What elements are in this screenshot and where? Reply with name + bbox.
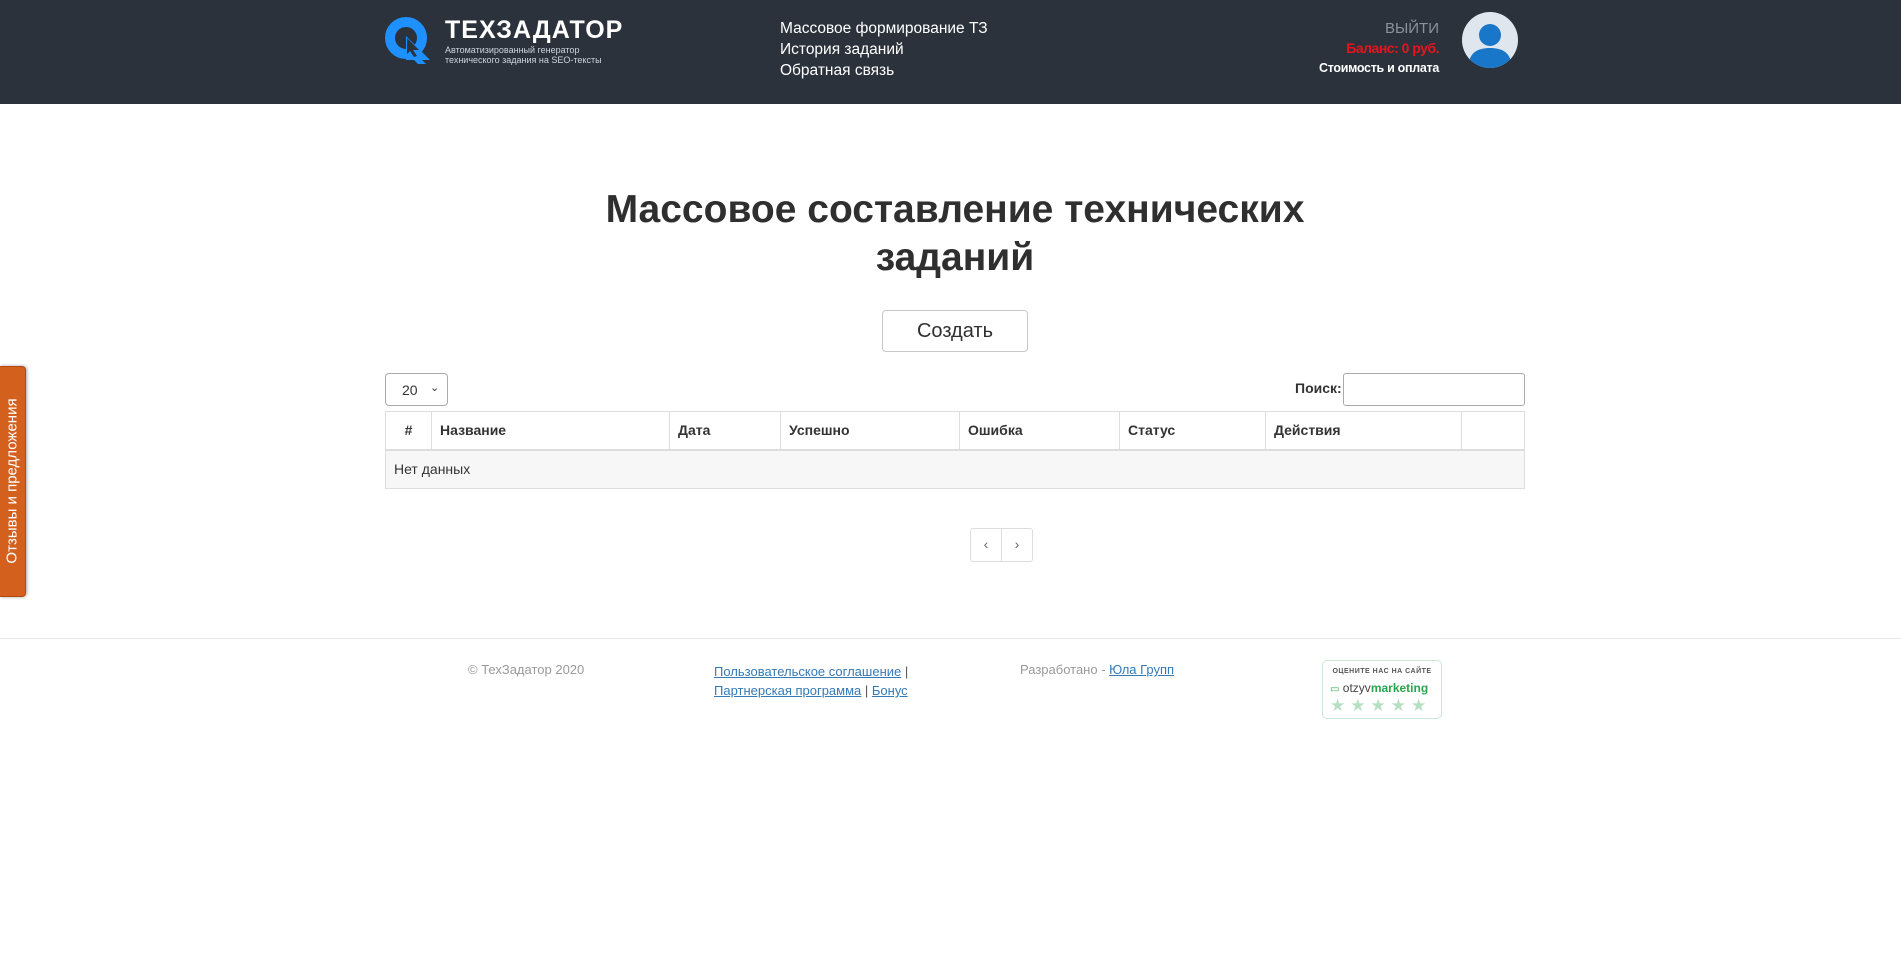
pagination: ‹ ›: [970, 528, 1033, 562]
search-input[interactable]: [1343, 373, 1525, 406]
bonus-link[interactable]: Бонус: [872, 683, 908, 698]
brand-title: ТЕХЗАДАТОР: [445, 16, 624, 44]
balance-text: Баланс: 0 руб.: [1346, 40, 1439, 56]
feedback-side-tab-label: Отзывы и предложения: [3, 398, 21, 564]
page-size-select[interactable]: 20 ⌄: [385, 373, 448, 406]
brand-subtitle: Автоматизированный генератор техническог…: [445, 45, 602, 65]
col-error[interactable]: Ошибка: [959, 411, 1120, 451]
partner-program-link[interactable]: Партнерская программа: [714, 683, 861, 698]
nav-task-history[interactable]: История заданий: [780, 39, 988, 60]
rating-caption: ОЦЕНИТЕ НАС НА САЙТЕ: [1332, 668, 1432, 675]
prev-page-button[interactable]: ‹: [971, 529, 1001, 561]
table-row: Нет данных: [385, 449, 1525, 489]
chat-bubble-icon: ▭: [1330, 684, 1340, 695]
developer-prefix: Разработано -: [1020, 662, 1110, 677]
logo-q-cursor-icon: [385, 17, 430, 64]
rating-brand-a: otzyv: [1342, 681, 1371, 695]
user-avatar-icon[interactable]: [1462, 12, 1518, 68]
rating-brand-b: marketing: [1370, 681, 1429, 695]
nav-feedback[interactable]: Обратная связь: [780, 60, 988, 81]
feedback-side-tab[interactable]: Отзывы и предложения: [0, 366, 26, 597]
col-extra: [1461, 411, 1525, 451]
brand-logo[interactable]: ТЕХЗАДАТОР Автоматизированный генератор …: [384, 16, 624, 66]
create-button[interactable]: Создать: [882, 310, 1028, 352]
col-success[interactable]: Успешно: [780, 411, 960, 451]
link-separator: |: [901, 664, 909, 679]
chevron-down-icon: ⌄: [430, 382, 440, 394]
col-actions[interactable]: Действия: [1265, 411, 1462, 451]
search-label: Поиск:: [1295, 380, 1342, 396]
page-size-value: 20: [402, 382, 418, 398]
rating-brand: ▭ otzyvmarketing: [1330, 681, 1428, 695]
developer-credit: Разработано - Юла Групп: [1020, 662, 1174, 677]
next-page-button[interactable]: ›: [1001, 529, 1032, 561]
col-name[interactable]: Название: [431, 411, 670, 451]
account-panel: ВЫЙТИ Баланс: 0 руб. Стоимость и оплата: [1319, 20, 1440, 78]
col-date[interactable]: Дата: [669, 411, 781, 451]
page-title: Массовое составление технических заданий: [605, 188, 1305, 279]
col-status[interactable]: Статус: [1119, 411, 1266, 451]
table-header-row: # Название Дата Успешно Ошибка Статус Де…: [385, 411, 1525, 451]
footer-divider: [0, 638, 1901, 639]
copyright: © ТехЗадатор 2020: [468, 662, 585, 677]
developer-link[interactable]: Юла Групп: [1109, 662, 1174, 677]
footer-links: Пользовательское соглашение | Партнерска…: [714, 662, 908, 700]
nav-mass-generation[interactable]: Массовое формирование ТЗ: [780, 18, 988, 39]
top-header: ТЕХЗАДАТОР Автоматизированный генератор …: [0, 0, 1901, 104]
link-separator: |: [861, 683, 872, 698]
logout-link[interactable]: ВЫЙТИ: [1319, 20, 1439, 38]
main-nav: Массовое формирование ТЗ История заданий…: [780, 18, 988, 81]
agreement-link[interactable]: Пользовательское соглашение: [714, 664, 901, 679]
star-icon: ★★★★★: [1330, 696, 1432, 715]
brand-subtitle-line1: Автоматизированный генератор: [445, 45, 580, 55]
pricing-link[interactable]: Стоимость и оплата: [1319, 61, 1439, 75]
tasks-table: # Название Дата Успешно Ошибка Статус Де…: [385, 411, 1525, 489]
empty-table-message: Нет данных: [385, 449, 1525, 489]
rating-widget[interactable]: ОЦЕНИТЕ НАС НА САЙТЕ ▭ otzyvmarketing ★★…: [1322, 660, 1442, 719]
brand-subtitle-line2: технического задания на SEO-тексты: [445, 55, 602, 65]
col-number[interactable]: #: [385, 411, 432, 451]
